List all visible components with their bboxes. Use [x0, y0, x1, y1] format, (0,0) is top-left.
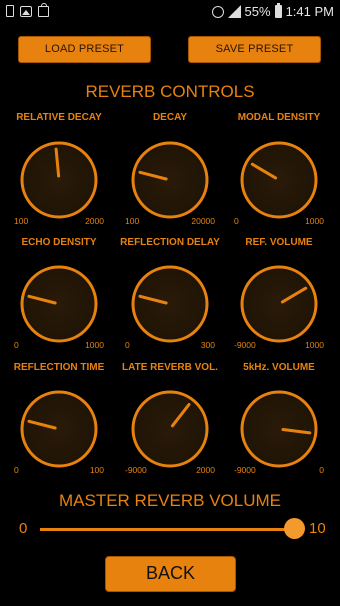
knob-max-reflection-time: 100 — [89, 465, 104, 475]
master-volume-slider-track[interactable] — [40, 528, 295, 531]
reverb-controls-title: REVERB CONTROLS — [85, 82, 255, 101]
knob-max-reflection-delay: 300 — [200, 340, 215, 350]
knob-relative-decay[interactable] — [17, 138, 101, 222]
knob-min-5khz-volume: -9000 — [234, 465, 256, 475]
status-notification-icons — [6, 2, 49, 17]
slider-min-label: 0 — [19, 520, 28, 537]
clock: 1:41 PM — [285, 4, 334, 19]
knob-dial[interactable] — [240, 390, 318, 468]
knob-dial[interactable] — [131, 390, 209, 468]
battery-icon — [274, 3, 282, 18]
knob-modal-density[interactable] — [237, 138, 321, 222]
knob-label-5khz-volume: 5kHz. VOLUME — [243, 362, 315, 373]
knob-label-echo-density: ECHO DENSITY — [21, 237, 97, 248]
knob-label-late-reverb-vol: LATE REVERB VOL. — [122, 362, 218, 373]
image-icon — [20, 5, 32, 17]
knob-reflection-time[interactable] — [17, 387, 101, 471]
knob-min-reflection-delay: 0 — [125, 340, 130, 350]
knob-dial[interactable] — [20, 265, 98, 343]
knob-max-late-reverb-vol: 2000 — [196, 465, 215, 475]
phone-icon — [6, 5, 14, 17]
knob-max-5khz-volume: 0 — [319, 465, 324, 475]
knob-dial[interactable] — [131, 141, 209, 219]
save-preset-button[interactable]: SAVE PRESET — [188, 36, 321, 63]
knob-label-reflection-delay: REFLECTION DELAY — [120, 237, 220, 248]
alarm-icon — [211, 5, 224, 18]
knob-dial[interactable] — [20, 390, 98, 468]
status-system-info: 55% 1:41 PM — [211, 3, 334, 19]
knob-label-modal-density: MODAL DENSITY — [237, 112, 321, 123]
knob-min-modal-density: 0 — [234, 216, 239, 226]
knob-5khz-volume[interactable] — [237, 387, 321, 471]
knob-label-reflection-time: REFLECTION TIME — [13, 362, 105, 373]
knob-dial[interactable] — [240, 141, 318, 219]
master-volume-slider-thumb[interactable] — [284, 518, 305, 539]
knob-ref-volume[interactable] — [237, 262, 321, 346]
slider-max-label: 10 — [309, 520, 326, 537]
knob-max-decay: 20000 — [191, 216, 215, 226]
bag-icon — [38, 2, 49, 17]
knob-min-relative-decay: 100 — [14, 216, 29, 226]
master-reverb-volume-title: MASTER REVERB VOLUME — [59, 491, 281, 510]
knob-max-echo-density: 1000 — [85, 340, 104, 350]
knob-reflection-delay[interactable] — [128, 262, 212, 346]
knob-max-relative-decay: 2000 — [85, 216, 104, 226]
knob-max-modal-density: 1000 — [305, 216, 324, 226]
knob-label-relative-decay: RELATIVE DECAY — [16, 112, 102, 123]
knob-label-decay: DECAY — [152, 112, 188, 123]
signal-icon — [227, 5, 241, 18]
load-preset-button[interactable]: LOAD PRESET — [18, 36, 151, 63]
knob-min-echo-density: 0 — [14, 340, 19, 350]
back-button[interactable]: BACK — [105, 556, 236, 592]
knob-decay[interactable] — [128, 138, 212, 222]
knob-echo-density[interactable] — [17, 262, 101, 346]
knob-min-decay: 100 — [125, 216, 140, 226]
knob-dial[interactable] — [240, 265, 318, 343]
knob-dial[interactable] — [131, 265, 209, 343]
knob-dial[interactable] — [20, 141, 98, 219]
knob-max-ref-volume: 1000 — [305, 340, 324, 350]
knob-min-reflection-time: 0 — [14, 465, 19, 475]
knob-label-ref-volume: REF. VOLUME — [245, 237, 313, 248]
knob-min-late-reverb-vol: -9000 — [125, 465, 147, 475]
knob-min-ref-volume: -9000 — [234, 340, 256, 350]
battery-percent: 55% — [244, 4, 271, 19]
knob-late-reverb-vol[interactable] — [128, 387, 212, 471]
status-bar: 55% 1:41 PM — [0, 0, 340, 24]
